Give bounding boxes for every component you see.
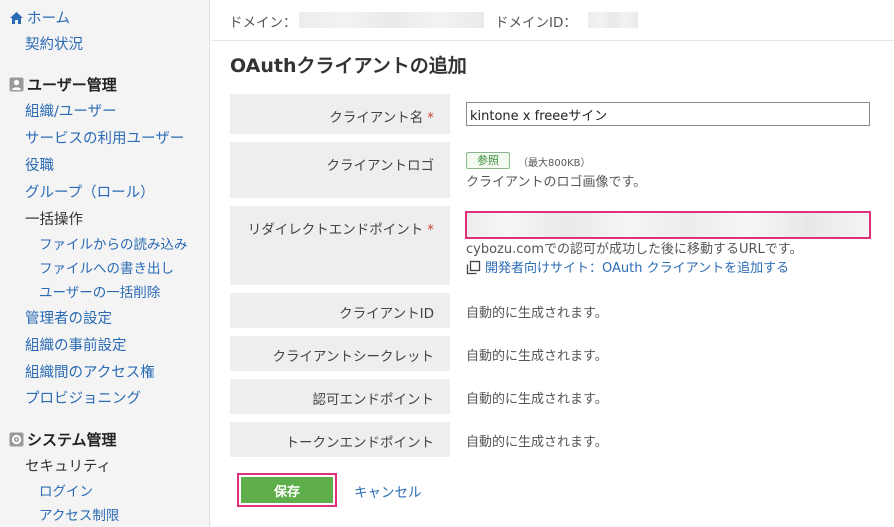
- domain-id-value-redacted: [588, 12, 638, 28]
- client-logo-label: クライアントロゴ: [230, 142, 450, 198]
- sidebar-item-login[interactable]: ログイン: [39, 481, 93, 503]
- sidebar-item-roles[interactable]: 役職: [25, 155, 54, 177]
- auth-endpoint-label: 認可エンドポイント: [230, 379, 450, 414]
- save-button[interactable]: 保存: [241, 477, 333, 503]
- sidebar-item-groups[interactable]: グループ（ロール）: [25, 182, 155, 204]
- client-name-label: クライアント名 *: [230, 94, 450, 134]
- browse-button[interactable]: 参照: [466, 152, 510, 169]
- logo-hint: クライアントのロゴ画像です。: [466, 175, 647, 190]
- sidebar-item-import-file[interactable]: ファイルからの読み込み: [39, 234, 188, 256]
- sidebar-item-provisioning[interactable]: プロビジョニング: [25, 388, 141, 410]
- page-title: OAuthクライアントの追加: [230, 55, 467, 77]
- sidebar-item-org-access[interactable]: 組織間のアクセス権: [25, 362, 155, 384]
- sidebar-item-security: セキュリティ: [25, 459, 112, 475]
- redirect-endpoint-label: リダイレクトエンドポイント *: [230, 206, 450, 285]
- domain-label: ドメイン：: [229, 15, 297, 31]
- client-name-input[interactable]: [466, 102, 870, 126]
- token-endpoint-label: トークンエンドポイント: [230, 422, 450, 457]
- redirect-hint: cybozu.comでの認可が成功した後に移動するURLです。: [466, 242, 803, 257]
- token-endpoint-value: 自動的に生成されます。: [466, 435, 608, 450]
- external-link-icon: [466, 260, 481, 279]
- sidebar: ホーム 契約状況 ユーザー管理 組織/ユーザー サービスの利用ユーザー 役職 グ…: [0, 0, 210, 527]
- required-mark: *: [427, 222, 434, 238]
- auth-endpoint-value: 自動的に生成されます。: [466, 392, 608, 407]
- client-secret-value: 自動的に生成されます。: [466, 349, 608, 364]
- gear-icon: [9, 432, 24, 447]
- client-secret-label: クライアントシークレット: [230, 336, 450, 371]
- sidebar-item-admin-settings[interactable]: 管理者の設定: [25, 308, 112, 330]
- home-icon: [9, 11, 24, 25]
- sidebar-item-home-label: ホーム: [27, 11, 71, 27]
- client-name-label-text: クライアント名: [329, 110, 424, 126]
- user-icon: [9, 77, 24, 92]
- sidebar-item-home[interactable]: ホーム: [9, 7, 70, 29]
- redirect-endpoint-input[interactable]: [465, 211, 871, 239]
- developer-site-link-text: 開発者向けサイト：OAuth クライアントを追加する: [485, 261, 790, 276]
- cancel-link[interactable]: キャンセル: [354, 481, 422, 501]
- header-bar: ドメイン： ドメインID：: [211, 0, 894, 41]
- sidebar-heading-system-mgmt-label: システム管理: [27, 431, 117, 449]
- sidebar-item-access-limit[interactable]: アクセス制限: [39, 505, 119, 527]
- sidebar-item-service-users[interactable]: サービスの利用ユーザー: [25, 128, 184, 150]
- sidebar-item-contract[interactable]: 契約状況: [25, 34, 83, 56]
- sidebar-heading-user-mgmt-label: ユーザー管理: [27, 76, 117, 94]
- max-size-note: （最大800KB）: [518, 158, 591, 169]
- redirect-endpoint-label-text: リダイレクトエンドポイント: [247, 222, 424, 238]
- sidebar-item-bulk: 一括操作: [25, 212, 83, 228]
- developer-site-link[interactable]: 開発者向けサイト：OAuth クライアントを追加する: [466, 257, 789, 279]
- required-mark: *: [427, 110, 434, 126]
- domain-id-label: ドメインID：: [495, 15, 577, 31]
- sidebar-item-org-pre[interactable]: 組織の事前設定: [25, 335, 127, 357]
- client-id-value: 自動的に生成されます。: [466, 306, 608, 321]
- save-button-highlight: 保存: [237, 473, 337, 507]
- client-id-label: クライアントID: [230, 293, 450, 328]
- sidebar-heading-user-mgmt: ユーザー管理: [9, 74, 117, 96]
- sidebar-item-bulk-delete[interactable]: ユーザーの一括削除: [39, 282, 160, 304]
- domain-value-redacted: [299, 12, 484, 28]
- sidebar-item-org-users[interactable]: 組織/ユーザー: [25, 101, 117, 123]
- sidebar-heading-system-mgmt: システム管理: [9, 429, 117, 451]
- sidebar-item-export-file[interactable]: ファイルへの書き出し: [39, 258, 174, 280]
